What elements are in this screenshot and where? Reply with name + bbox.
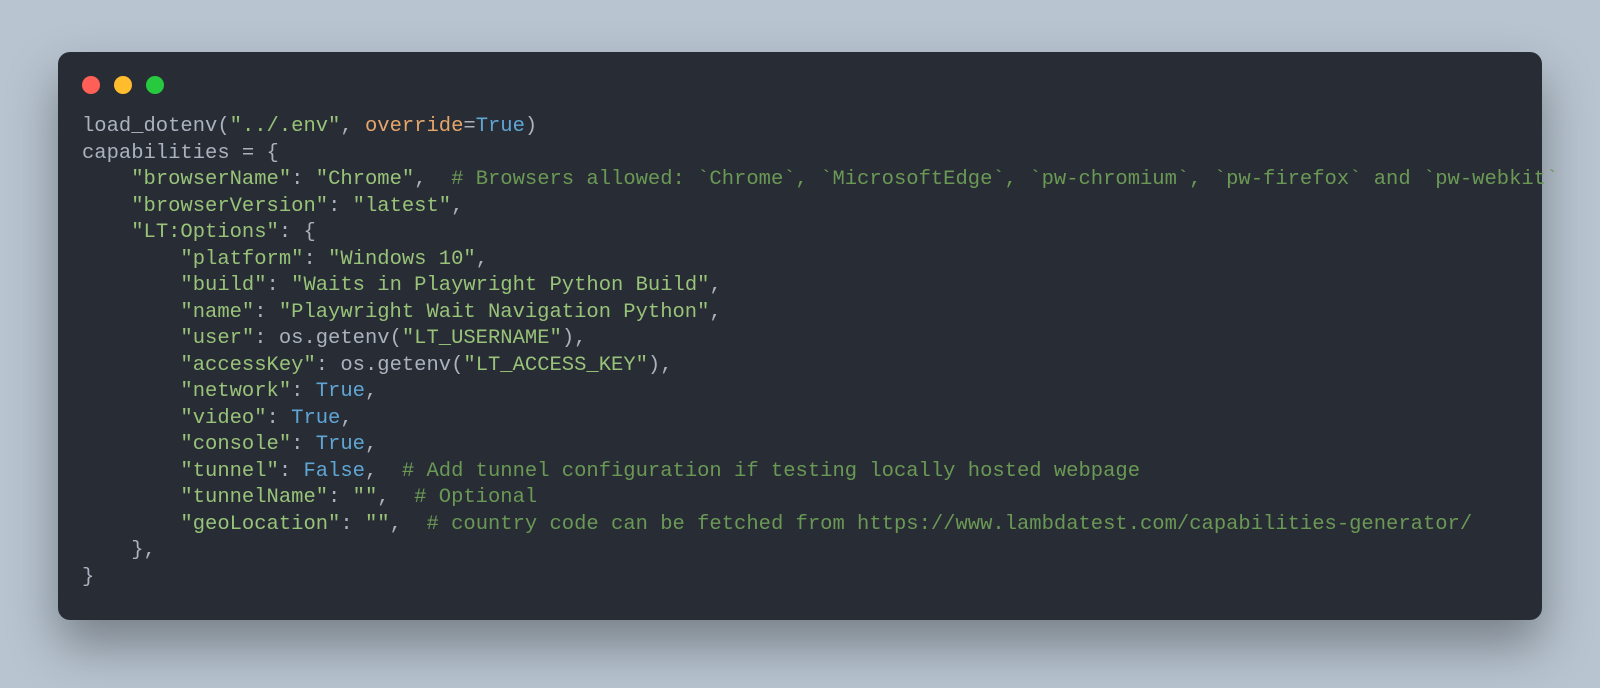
window-controls [82,76,164,94]
geolocation-key: "geoLocation" [180,513,340,536]
fn-load-dotenv: load_dotenv [82,115,217,138]
platform-key: "platform" [180,248,303,271]
browser-version-key: "browserVersion" [131,195,328,218]
tunnel-key: "tunnel" [180,460,278,483]
tunnelname-comment: # Optional [414,486,537,509]
accesskey-key: "accessKey" [180,354,315,377]
build-val: "Waits in Playwright Python Build" [291,274,709,297]
network-key: "network" [180,380,291,403]
override-kw: override [365,115,463,138]
os-ref: os [279,327,304,350]
build-key: "build" [180,274,266,297]
capabilities-var: capabilities [82,142,230,165]
video-key: "video" [180,407,266,430]
maximize-icon[interactable] [146,76,164,94]
false-val: False [303,460,365,483]
lt-options-key: "LT:Options" [131,221,279,244]
browser-name-key: "browserName" [131,168,291,191]
name-val: "Playwright Wait Navigation Python" [279,301,710,324]
name-key: "name" [180,301,254,324]
dotenv-path: "../.env" [230,115,341,138]
user-key: "user" [180,327,254,350]
lt-username: "LT_USERNAME" [402,327,562,350]
code-block: load_dotenv("../.env", override=True) ca… [82,114,1558,591]
code-window: load_dotenv("../.env", override=True) ca… [58,52,1542,620]
console-key: "console" [180,433,291,456]
tunnel-comment: # Add tunnel configuration if testing lo… [402,460,1140,483]
geolocation-comment: # country code can be fetched from https… [426,513,1472,536]
platform-val: "Windows 10" [328,248,476,271]
browser-name-comment: # Browsers allowed: `Chrome`, `Microsoft… [451,168,1558,191]
close-icon[interactable] [82,76,100,94]
browser-name-val: "Chrome" [316,168,414,191]
override-val: True [476,115,525,138]
tunnelname-key: "tunnelName" [180,486,328,509]
lt-access-key: "LT_ACCESS_KEY" [463,354,648,377]
paren-open: ( [217,115,229,138]
minimize-icon[interactable] [114,76,132,94]
browser-version-val: "latest" [353,195,451,218]
